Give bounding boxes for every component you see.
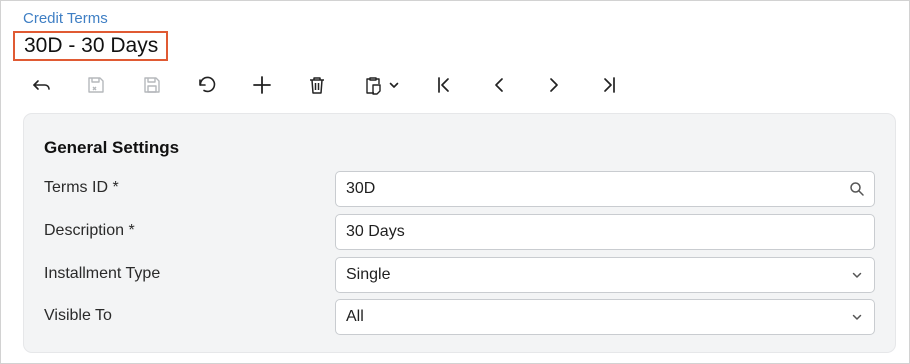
add-button[interactable] — [247, 69, 277, 101]
general-settings-panel: General Settings Terms ID * 30D Descript… — [23, 113, 896, 353]
visible-to-select[interactable]: All — [335, 299, 875, 335]
page-title-highlight: 30D - 30 Days — [13, 31, 169, 61]
save-and-close-icon — [85, 74, 107, 96]
copy-paste-menu-button[interactable] — [357, 69, 405, 101]
previous-record-button[interactable] — [484, 69, 514, 101]
next-record-icon — [543, 74, 565, 96]
search-icon[interactable] — [840, 172, 874, 206]
first-record-icon — [433, 74, 455, 96]
undo-button[interactable] — [192, 69, 222, 101]
first-record-button[interactable] — [429, 69, 459, 101]
chevron-down-icon[interactable] — [840, 258, 874, 292]
delete-button[interactable] — [302, 69, 332, 101]
back-button[interactable] — [27, 69, 57, 101]
description-label: Description * — [44, 222, 135, 239]
back-arrow-icon — [31, 74, 53, 96]
section-title: General Settings — [44, 138, 180, 157]
breadcrumb[interactable]: Credit Terms — [23, 10, 108, 27]
next-record-button[interactable] — [539, 69, 569, 101]
page-title: 30D - 30 Days — [24, 34, 159, 57]
form-window: Credit Terms 30D - 30 Days General Setti… — [0, 0, 910, 364]
terms-id-label: Terms ID * — [44, 179, 119, 196]
last-record-icon — [598, 74, 620, 96]
visible-to-label: Visible To — [44, 307, 112, 324]
description-field[interactable]: 30 Days — [335, 214, 875, 250]
chevron-down-icon — [388, 79, 400, 91]
save-icon — [141, 74, 163, 96]
save-and-close-button[interactable] — [81, 69, 111, 101]
delete-icon — [306, 74, 328, 96]
installment-type-select[interactable]: Single — [335, 257, 875, 293]
previous-record-icon — [488, 74, 510, 96]
copy-paste-icon — [362, 74, 384, 96]
description-value: 30 Days — [346, 223, 405, 240]
installment-type-value: Single — [346, 266, 391, 283]
last-record-button[interactable] — [594, 69, 624, 101]
terms-id-value: 30D — [346, 180, 376, 197]
save-button[interactable] — [137, 69, 167, 101]
terms-id-field[interactable]: 30D — [335, 171, 875, 207]
chevron-down-icon[interactable] — [840, 300, 874, 334]
undo-icon — [196, 74, 218, 96]
installment-type-label: Installment Type — [44, 265, 161, 282]
add-icon — [251, 74, 273, 96]
visible-to-value: All — [346, 308, 364, 325]
